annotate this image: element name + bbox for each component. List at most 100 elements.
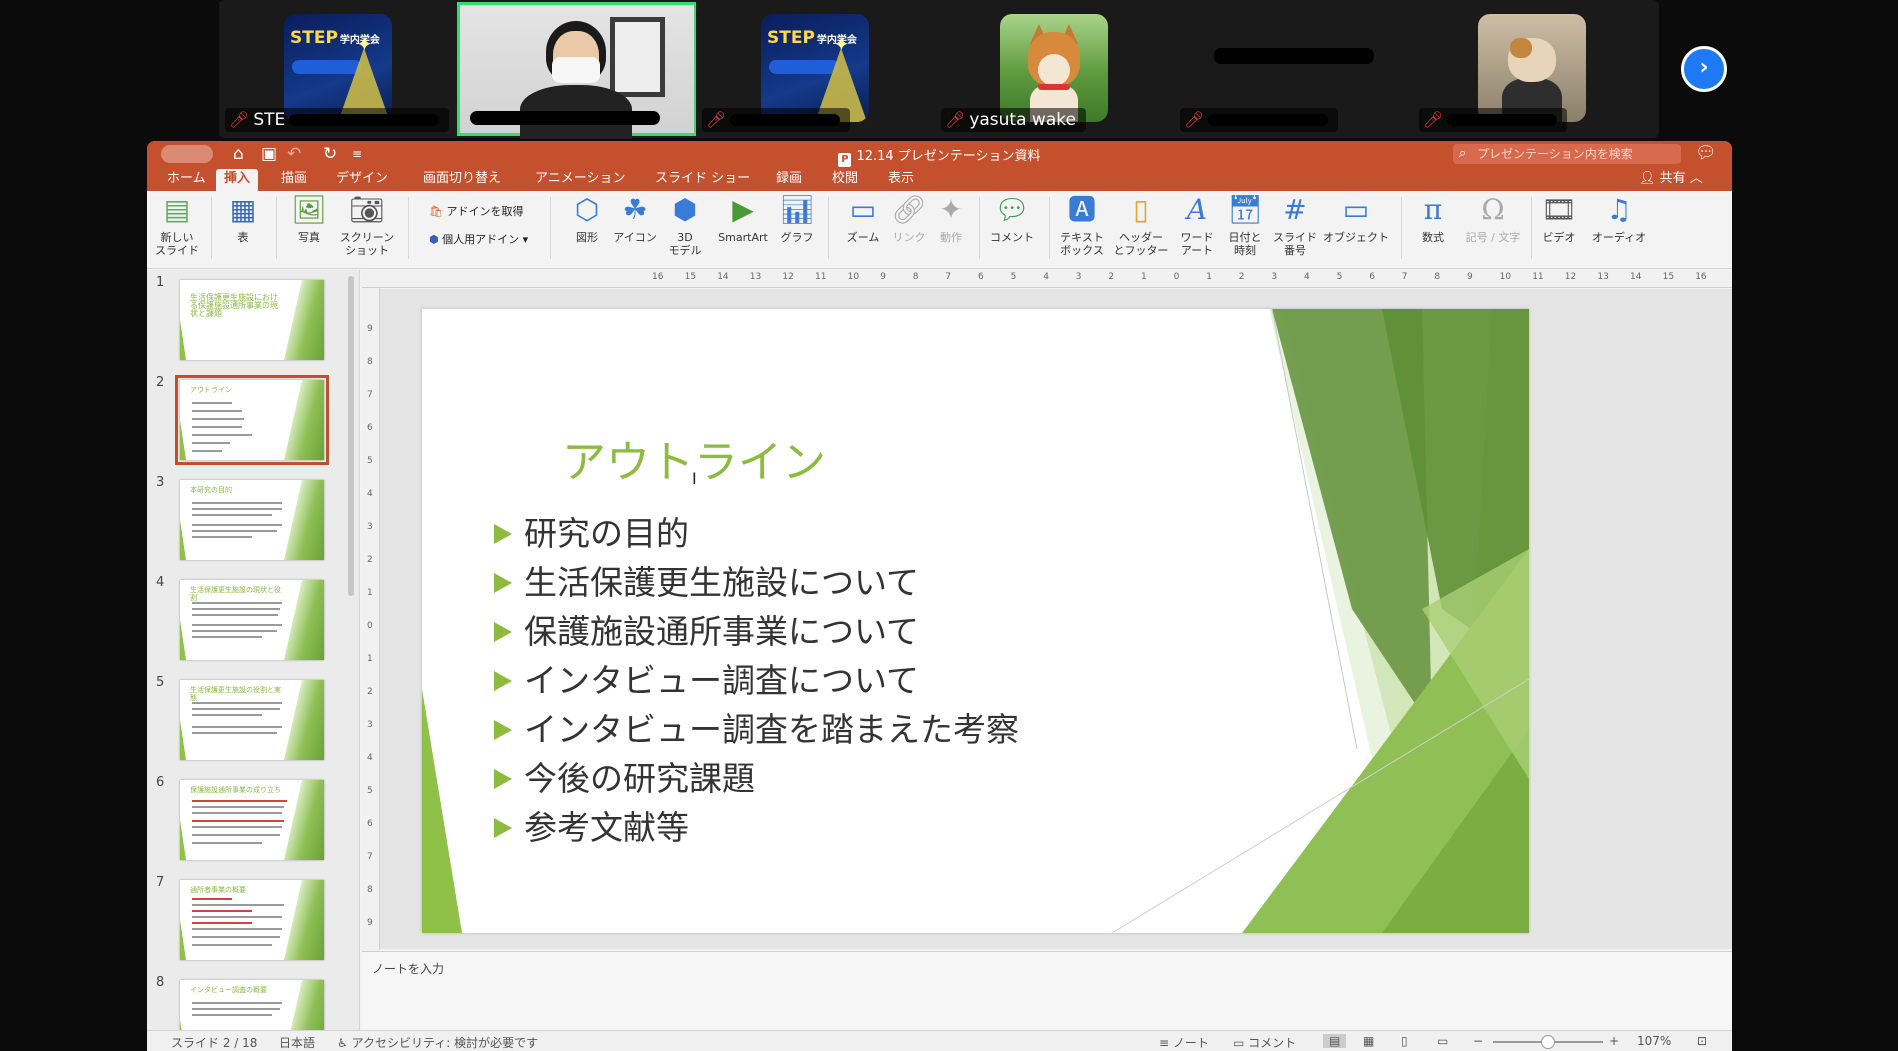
notes-pane[interactable]: ノートを入力 bbox=[362, 951, 1732, 1030]
icons-button[interactable]: ☘ アイコン bbox=[613, 193, 657, 244]
slide-thumbnail[interactable]: 5 生活保護更生施設の役割と実態 bbox=[147, 675, 347, 775]
slide-sorter-icon[interactable]: ▦ bbox=[1363, 1034, 1374, 1048]
link-button[interactable]: 🔗︎ リンク bbox=[891, 193, 927, 244]
step-logo-thumbnail: STEP 学内学会 ✦ bbox=[761, 14, 869, 122]
action-label: 動作 bbox=[940, 231, 962, 244]
fit-to-window-icon[interactable]: ⊡ bbox=[1697, 1034, 1707, 1048]
ruler-tick-label: 4 bbox=[367, 489, 373, 499]
textbox-button[interactable]: 🅰 テキスト ボックス bbox=[1057, 193, 1107, 257]
table-button[interactable]: ▦ 表 bbox=[223, 193, 263, 244]
slide-thumbnail[interactable]: 8 インタビュー調査の概要 bbox=[147, 975, 347, 1030]
bullet-item: インタビュー調査について bbox=[494, 656, 1019, 705]
ruler-tick-label: 13 bbox=[1597, 272, 1609, 282]
comments-toggle[interactable]: ▭ コメント bbox=[1233, 1034, 1296, 1051]
tab-animations[interactable]: アニメーション bbox=[527, 169, 633, 191]
current-slide[interactable]: アウトライン I 研究の目的 生活保護更生施設について 保護施設通所事業について… bbox=[422, 309, 1529, 933]
photo-button[interactable]: 🖼︎ 写真 bbox=[289, 193, 329, 244]
step-logo-text: STEP bbox=[767, 28, 815, 48]
smartart-button[interactable]: ▶ SmartArt bbox=[715, 193, 771, 244]
participant-tile[interactable]: 🎤︎ bbox=[1174, 2, 1414, 136]
screenshot-button[interactable]: 📷︎ スクリーン ショット bbox=[339, 193, 395, 257]
ruler-tick-label: 8 bbox=[367, 357, 373, 367]
ruler-tick-label: 0 bbox=[367, 621, 373, 631]
tab-home[interactable]: ホーム bbox=[159, 169, 214, 191]
slide-thumbnail-selected[interactable]: 2 アウトライン bbox=[147, 375, 347, 475]
thumbnail-title: 通所者事業の概要 bbox=[190, 886, 246, 894]
object-button[interactable]: ▭ オブジェクト bbox=[1323, 193, 1389, 244]
date-time-button[interactable]: 📅︎ 日付と 時刻 bbox=[1225, 193, 1265, 257]
ruler-tick-label: 15 bbox=[684, 272, 697, 282]
slide-bullet-list[interactable]: 研究の目的 生活保護更生施設について 保護施設通所事業について インタビュー調査… bbox=[494, 509, 1019, 852]
search-icon: ⌕ bbox=[1459, 146, 1467, 161]
slideshow-icon[interactable]: ▭ bbox=[1437, 1034, 1448, 1048]
link-icon: 🔗︎ bbox=[891, 193, 927, 226]
shapes-button[interactable]: ⬡ 図形 bbox=[567, 193, 607, 244]
feedback-icon[interactable]: 💬︎ bbox=[1695, 143, 1717, 163]
camera-icon: 📷︎ bbox=[349, 193, 385, 226]
3d-model-button[interactable]: ⬢ 3D モデル bbox=[665, 193, 705, 257]
tab-draw[interactable]: 描画 bbox=[273, 169, 315, 191]
slide-thumbnail[interactable]: 1 生活保護更生施設における保護施設通所事業の現状と課題 bbox=[147, 275, 347, 375]
audio-button[interactable]: ♫ オーディオ bbox=[1589, 193, 1649, 244]
tab-view[interactable]: 表示 bbox=[880, 169, 922, 191]
slide-thumbnail[interactable]: 6 保護施設通所事業の成り立ち bbox=[147, 775, 347, 875]
zoom-slider-handle[interactable] bbox=[1541, 1035, 1555, 1049]
store-icon: 🛍︎ bbox=[429, 205, 443, 218]
tab-transitions[interactable]: 画面切り替え bbox=[415, 169, 509, 191]
action-button[interactable]: ✦ 動作 bbox=[933, 193, 969, 244]
slide-thumbnail[interactable]: 7 通所者事業の概要 bbox=[147, 875, 347, 975]
zoom-in-button[interactable]: + bbox=[1609, 1034, 1619, 1048]
thumbnail-title: 生活保護更生施設における保護施設通所事業の現状と課題 bbox=[190, 293, 278, 318]
slide-thumbnail[interactable]: 4 生活保護更生施設の現状と役割 bbox=[147, 575, 347, 675]
language-indicator[interactable]: 日本語 bbox=[279, 1034, 315, 1051]
tab-slideshow[interactable]: スライド ショー bbox=[647, 169, 758, 191]
slide-number-button[interactable]: # スライド 番号 bbox=[1273, 193, 1317, 257]
participant-tile[interactable]: STEP 学内学会 ✦ 🎤︎ STE bbox=[219, 2, 459, 136]
participant-tile[interactable]: 🎤︎ yasuta wake bbox=[935, 2, 1175, 136]
new-slide-button[interactable]: ▤ 新しい スライド bbox=[155, 193, 199, 257]
next-page-chevron-icon[interactable]: › bbox=[1681, 46, 1727, 92]
participant-tile[interactable]: 🎤︎ bbox=[1413, 2, 1653, 136]
thumbnail-scrollbar[interactable] bbox=[348, 276, 354, 596]
tab-insert[interactable]: 挿入 bbox=[216, 169, 259, 191]
tab-review[interactable]: 校閲 bbox=[824, 169, 866, 191]
slide-number-label: スライド 番号 bbox=[1273, 231, 1317, 257]
ruler-tick-label: 14 bbox=[1630, 272, 1642, 282]
comments-label: コメント bbox=[1248, 1036, 1297, 1050]
bullet-text: インタビュー調査について bbox=[524, 661, 920, 700]
video-button[interactable]: 🎞︎ ビデオ bbox=[1539, 193, 1579, 244]
normal-view-icon[interactable]: ▤ bbox=[1323, 1034, 1347, 1048]
tab-recording[interactable]: 録画 bbox=[768, 169, 810, 191]
wordart-button[interactable]: A ワード アート bbox=[1177, 193, 1217, 257]
zoom-level[interactable]: 107% bbox=[1637, 1034, 1671, 1048]
equation-button[interactable]: π 数式 bbox=[1411, 193, 1455, 244]
triangle-bullet-icon bbox=[494, 719, 512, 740]
textbox-label: テキスト ボックス bbox=[1060, 231, 1104, 257]
step-logo-text: STEP bbox=[290, 28, 338, 48]
header-footer-button[interactable]: ▯ ヘッダー とフッター bbox=[1113, 193, 1169, 257]
zoom-button[interactable]: ▭ ズーム bbox=[841, 193, 885, 244]
share-button[interactable]: 👤︎ 共有 ︿ bbox=[1639, 169, 1703, 189]
triangle-bullet-icon bbox=[494, 670, 512, 691]
comment-button[interactable]: 💬︎ コメント bbox=[987, 193, 1037, 244]
symbol-button[interactable]: Ω 記号 / 文字 bbox=[1465, 193, 1521, 244]
participant-tile[interactable]: STEP 学内学会 ✦ 🎤︎ bbox=[696, 2, 936, 136]
ruler-tick-label: 0 bbox=[1173, 272, 1180, 282]
triangle-bullet-icon bbox=[494, 621, 512, 642]
vertical-ruler: 9 8 7 6 5 4 3 2 1 0 1 2 3 4 5 6 7 8 9 bbox=[362, 288, 380, 950]
accessibility-status[interactable]: ♿︎ アクセシビリティ: 検討が必要です bbox=[337, 1034, 538, 1051]
participant-tile-active-speaker[interactable] bbox=[457, 2, 697, 139]
ruler-tick-label: 5 bbox=[367, 456, 373, 466]
tab-design[interactable]: デザイン bbox=[328, 169, 396, 191]
audio-label: オーディオ bbox=[1591, 231, 1647, 244]
chart-button[interactable]: 📊︎ グラフ bbox=[777, 193, 817, 244]
ruler-tick-label: 3 bbox=[367, 720, 373, 730]
my-addins-button[interactable]: ⬢ 個人用アドイン ▾ bbox=[429, 231, 528, 247]
reading-view-icon[interactable]: ▯ bbox=[1401, 1034, 1408, 1048]
search-box[interactable]: ⌕ プレゼンテーション内を検索 bbox=[1453, 144, 1681, 164]
triangle-bullet-icon bbox=[494, 817, 512, 838]
get-addins-button[interactable]: 🛍︎ アドインを取得 bbox=[429, 203, 523, 219]
slide-thumbnail[interactable]: 3 本研究の目的 bbox=[147, 475, 347, 575]
notes-toggle[interactable]: ≡ ノート bbox=[1159, 1034, 1209, 1051]
zoom-out-button[interactable]: − bbox=[1473, 1034, 1483, 1048]
